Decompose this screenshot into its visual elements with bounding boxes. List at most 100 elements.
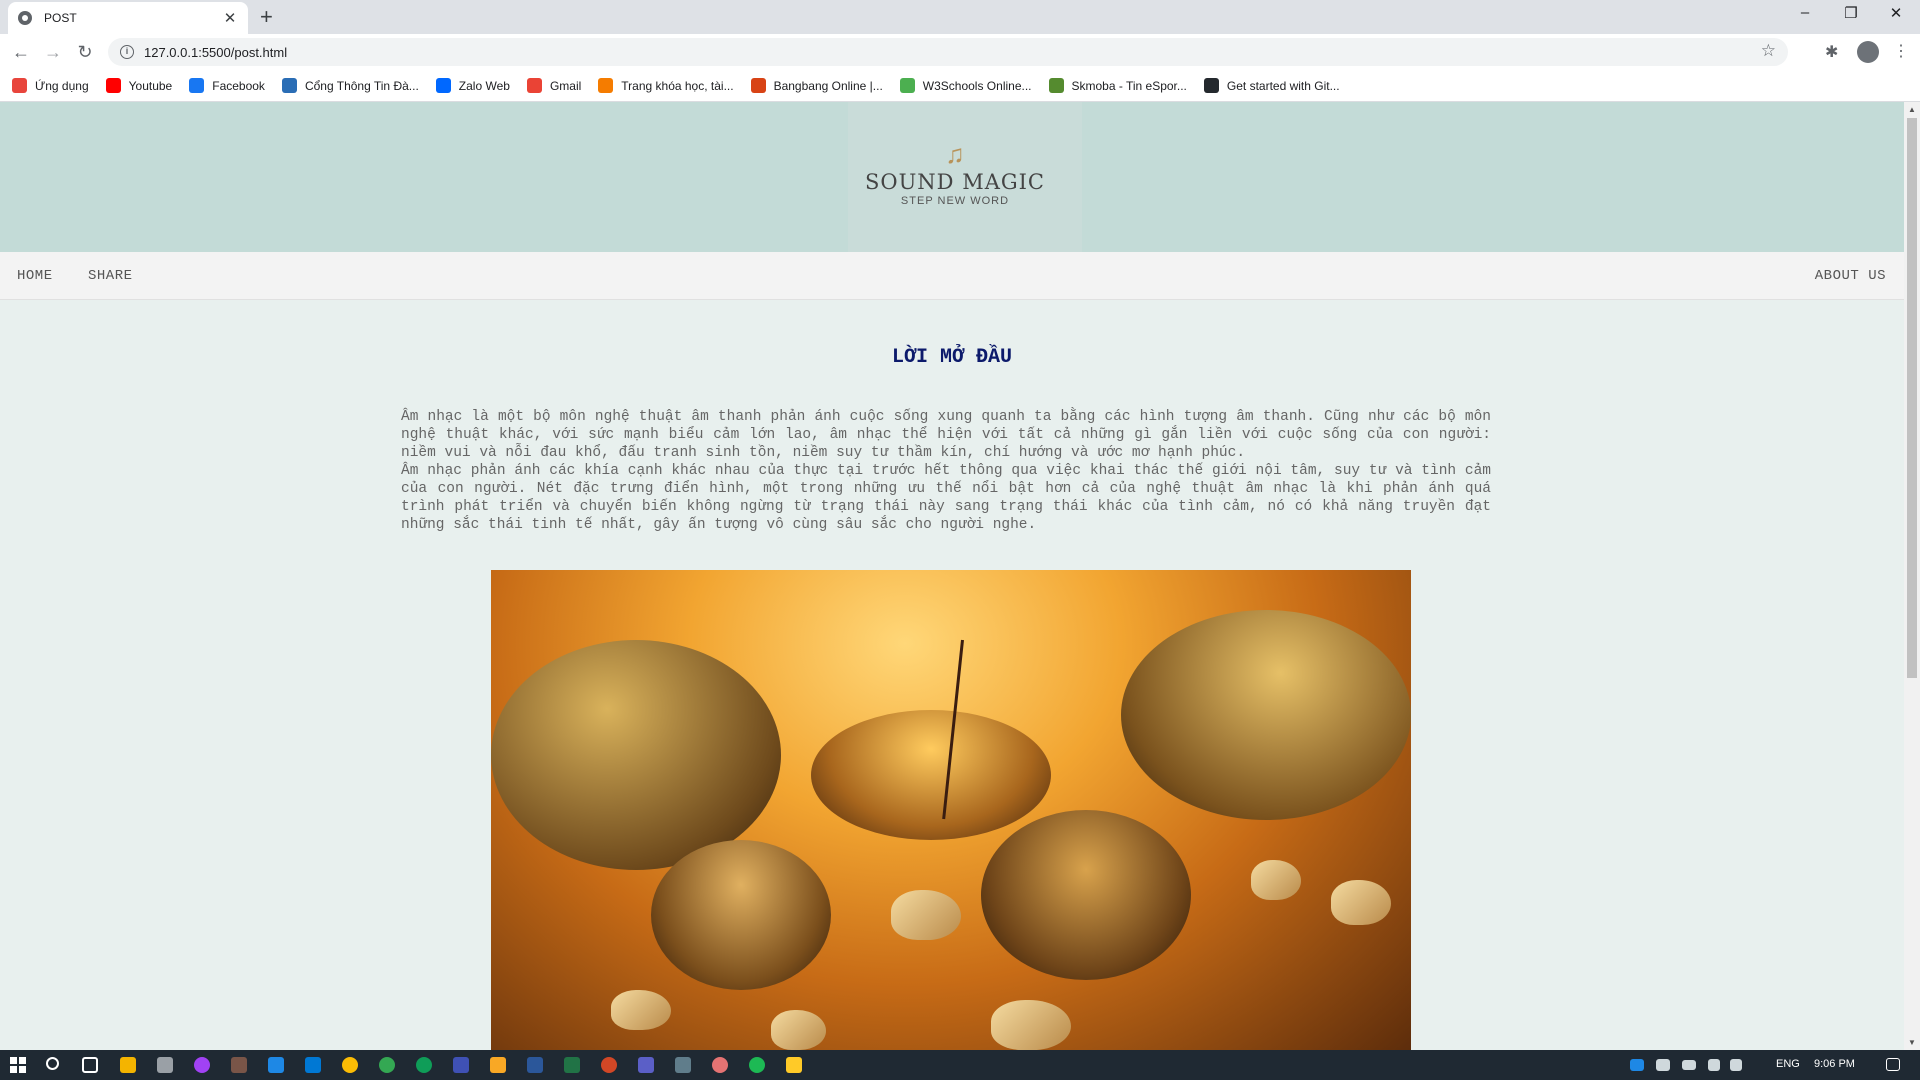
- close-tab-icon[interactable]: ✕: [222, 9, 238, 27]
- nav-about-link[interactable]: ABOUT US: [1815, 268, 1886, 284]
- bookmark-item[interactable]: Ứng dụng: [12, 78, 89, 93]
- volume-icon[interactable]: [1730, 1059, 1742, 1071]
- notifications-icon[interactable]: [1886, 1058, 1900, 1071]
- taskbar-app-icon[interactable]: [379, 1057, 395, 1073]
- teams-icon[interactable]: [638, 1057, 654, 1073]
- taskbar-app-icon[interactable]: [120, 1057, 136, 1073]
- excel-icon[interactable]: [564, 1057, 580, 1073]
- portal-icon: [281, 78, 297, 93]
- brand-tagline: STEP NEW WORD: [900, 195, 1010, 207]
- language-indicator[interactable]: ENG: [1776, 1058, 1800, 1070]
- network-icon[interactable]: [1708, 1059, 1720, 1071]
- extensions-icon[interactable]: ✱: [1825, 42, 1838, 62]
- messenger-icon[interactable]: [194, 1057, 210, 1073]
- edge-icon[interactable]: [416, 1057, 432, 1073]
- taskbar-app-icon[interactable]: [231, 1057, 247, 1073]
- site-logo[interactable]: ♫ SOUND MAGIC STEP NEW WORD: [840, 140, 1070, 207]
- spotify-icon[interactable]: [749, 1057, 765, 1073]
- stone: [991, 1000, 1071, 1050]
- bookmark-item[interactable]: Youtube: [105, 78, 173, 93]
- bookmark-item[interactable]: Skmoba - Tin eSpor...: [1048, 78, 1187, 93]
- bookmark-item[interactable]: Cổng Thông Tin Đà...: [281, 78, 419, 93]
- task-view-icon[interactable]: [82, 1057, 98, 1073]
- bookmark-label: Youtube: [128, 78, 173, 93]
- cloud-icon[interactable]: [1656, 1059, 1670, 1071]
- stone: [891, 890, 961, 940]
- word-icon[interactable]: [527, 1057, 543, 1073]
- bookmark-label: Skmoba - Tin eSpor...: [1071, 78, 1187, 93]
- url-text[interactable]: 127.0.0.1:5500/post.html: [144, 45, 287, 60]
- bookmark-star-icon[interactable]: ☆: [1761, 41, 1776, 61]
- apps-grid-icon: [12, 78, 27, 93]
- page-scrollbar[interactable]: ▲ ▼: [1904, 102, 1920, 1050]
- course-icon: [598, 78, 614, 93]
- singing-bowl: [811, 710, 1051, 840]
- article-body: Âm nhạc là một bộ môn nghệ thuật âm than…: [401, 408, 1491, 534]
- taskbar-app-icon[interactable]: [712, 1057, 728, 1073]
- youtube-icon: [105, 78, 121, 93]
- close-window-button[interactable]: ✕: [1881, 4, 1911, 22]
- nav-share-link[interactable]: SHARE: [88, 268, 133, 284]
- bookmark-label: Ứng dụng: [35, 78, 89, 93]
- article-paragraph: Âm nhạc là một bộ môn nghệ thuật âm than…: [401, 409, 1491, 461]
- scroll-up-arrow-icon[interactable]: ▲: [1908, 105, 1916, 114]
- powerpoint-icon[interactable]: [601, 1057, 617, 1073]
- onedrive-icon[interactable]: [1630, 1059, 1644, 1071]
- bookmark-item[interactable]: Gmail: [526, 78, 582, 93]
- windows-taskbar: ENG 9:06 PM: [0, 1050, 1920, 1080]
- taskbar-app-icon[interactable]: [786, 1057, 802, 1073]
- bookmark-item[interactable]: Zalo Web: [435, 78, 510, 93]
- file-explorer-icon[interactable]: [490, 1057, 506, 1073]
- singing-bowls-photo: [491, 570, 1411, 1050]
- bookmark-item[interactable]: Bangbang Online |...: [750, 78, 883, 93]
- stone: [771, 1010, 826, 1050]
- calculator-icon[interactable]: [675, 1057, 691, 1073]
- browser-menu-icon[interactable]: ⋮: [1893, 41, 1909, 61]
- bookmarks-bar: Ứng dụng Youtube Facebook Cổng Thông Tin Đà…: [0, 70, 1920, 102]
- new-tab-button[interactable]: +: [260, 4, 273, 30]
- vscode-icon[interactable]: [305, 1057, 321, 1073]
- site-info-icon[interactable]: i: [120, 45, 134, 59]
- singing-bowl: [651, 840, 831, 990]
- restore-button[interactable]: ❐: [1836, 4, 1866, 22]
- globe-icon: [18, 11, 32, 25]
- bookmark-item[interactable]: W3Schools Online...: [899, 78, 1032, 93]
- profile-avatar[interactable]: [1857, 41, 1879, 63]
- taskbar-app-icon[interactable]: [453, 1057, 469, 1073]
- brand-name: SOUND MAGIC: [865, 170, 1045, 194]
- browser-tab[interactable]: POST ✕: [8, 2, 248, 34]
- bookmark-item[interactable]: Facebook: [189, 78, 265, 93]
- scroll-down-arrow-icon[interactable]: ▼: [1908, 1038, 1916, 1047]
- taskbar-app-icon[interactable]: [157, 1057, 173, 1073]
- back-button[interactable]: ←: [10, 41, 32, 63]
- stone: [1251, 860, 1301, 900]
- address-bar[interactable]: i 127.0.0.1:5500/post.html ☆: [108, 38, 1788, 66]
- bookmark-label: Gmail: [549, 78, 582, 93]
- chrome-icon[interactable]: [342, 1057, 358, 1073]
- clock[interactable]: 9:06 PM: [1814, 1058, 1855, 1070]
- bookmark-item[interactable]: Trang khóa học, tài...: [598, 78, 734, 93]
- stone: [1331, 880, 1391, 925]
- windows-start-icon[interactable]: [10, 1057, 26, 1073]
- reload-button[interactable]: ↻: [74, 41, 96, 63]
- nav-home-link[interactable]: HOME: [17, 268, 53, 284]
- search-icon[interactable]: [46, 1057, 59, 1070]
- bookmark-item[interactable]: Get started with Git...: [1203, 78, 1340, 93]
- zalo-icon: [435, 78, 451, 93]
- stone: [611, 990, 671, 1030]
- bangbang-icon: [750, 78, 766, 93]
- bookmark-label: Bangbang Online |...: [773, 78, 883, 93]
- minimize-button[interactable]: –: [1790, 4, 1820, 21]
- site-banner: ♫ SOUND MAGIC STEP NEW WORD: [0, 102, 1904, 252]
- web-page: ♫ SOUND MAGIC STEP NEW WORD HOME SHARE A…: [0, 102, 1904, 1050]
- taskbar-app-icon[interactable]: [268, 1057, 284, 1073]
- browser-toolbar: ← → ↻ i 127.0.0.1:5500/post.html ☆ ✱ ⋮: [0, 34, 1920, 70]
- gmail-icon: [526, 78, 542, 93]
- forward-button[interactable]: →: [42, 41, 64, 63]
- bookmark-label: Get started with Git...: [1226, 78, 1340, 93]
- github-icon: [1203, 78, 1219, 93]
- singing-bowl: [981, 810, 1191, 980]
- scrollbar-thumb[interactable]: [1907, 118, 1917, 678]
- music-note-icon: ♫: [945, 139, 965, 169]
- battery-icon[interactable]: [1682, 1060, 1696, 1070]
